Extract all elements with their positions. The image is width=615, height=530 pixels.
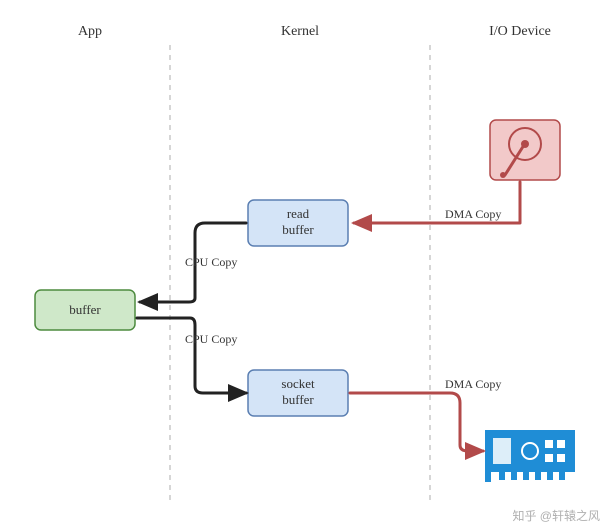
col-io: I/O Device — [489, 24, 551, 39]
app-buffer-label: buffer — [69, 302, 101, 317]
read-buffer-node: read buffer — [248, 200, 348, 246]
socket-buffer-node: socket buffer — [248, 370, 348, 416]
edge-app-to-socket-label: CPU Copy — [185, 332, 237, 346]
disk-icon — [490, 120, 560, 180]
socket-buffer-label-1: socket — [281, 376, 315, 391]
edge-read-to-app-label: CPU Copy — [185, 255, 237, 269]
edge-disk-to-read-label: DMA Copy — [445, 207, 501, 221]
read-buffer-label-2: buffer — [282, 222, 314, 237]
nic-icon — [485, 430, 575, 482]
app-buffer-node: buffer — [35, 290, 135, 330]
socket-buffer-label-2: buffer — [282, 392, 314, 407]
watermark: 知乎 @轩辕之风 — [512, 508, 600, 523]
arrow-app-to-socket — [137, 318, 246, 393]
arrow-socket-to-nic — [350, 393, 483, 451]
col-kernel: Kernel — [281, 24, 319, 39]
read-buffer-label-1: read — [287, 206, 310, 221]
edge-socket-to-nic-label: DMA Copy — [445, 377, 501, 391]
col-app: App — [78, 24, 102, 39]
